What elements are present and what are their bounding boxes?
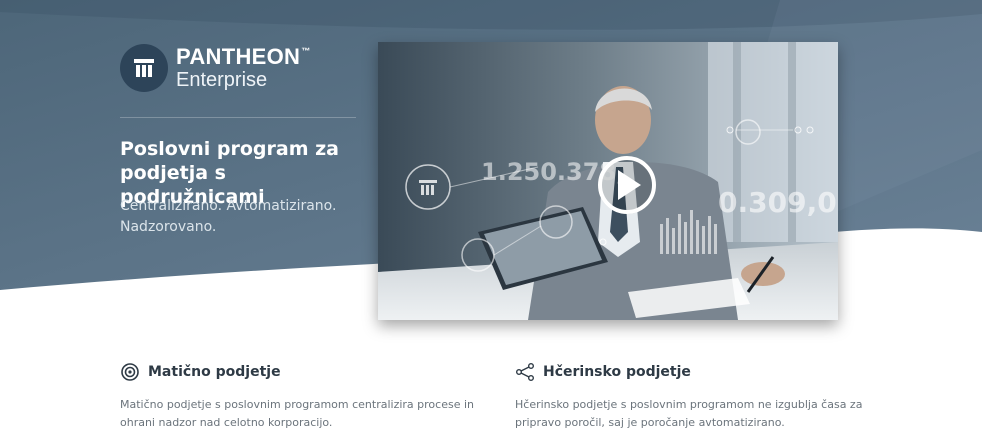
hero-tagline: Centralizirano. Avtomatizirano. Nadzorov…: [120, 198, 337, 235]
video-overlay-number-2: 0.309,0: [718, 186, 837, 219]
target-icon: [121, 363, 139, 381]
video-thumbnail: 1.250.378, 0.309,0: [378, 42, 838, 320]
feature-parent-company: Matično podjetje Matično podjetje s posl…: [120, 362, 480, 432]
pillar-icon: [120, 44, 168, 92]
feature-description: Matično podjetje s poslovnim programom c…: [120, 398, 474, 429]
brand-name: PANTHEON: [176, 44, 301, 69]
hero-divider: [120, 117, 356, 118]
brand-logo[interactable]: PANTHEON™ Enterprise: [120, 44, 311, 92]
feature-description: Hčerinsko podjetje s poslovnim programom…: [515, 398, 863, 429]
play-button[interactable]: [598, 156, 656, 214]
video-player[interactable]: 1.250.378, 0.309,0: [378, 42, 838, 320]
share-icon: [516, 363, 534, 381]
feature-subsidiary: Hčerinsko podjetje Hčerinsko podjetje s …: [515, 362, 875, 432]
feature-title: Matično podjetje: [148, 364, 281, 380]
trademark-symbol: ™: [301, 46, 311, 56]
brand-product: Enterprise: [176, 69, 268, 91]
feature-title: Hčerinsko podjetje: [543, 364, 691, 380]
brand-wordmark: PANTHEON™ Enterprise: [176, 44, 311, 91]
